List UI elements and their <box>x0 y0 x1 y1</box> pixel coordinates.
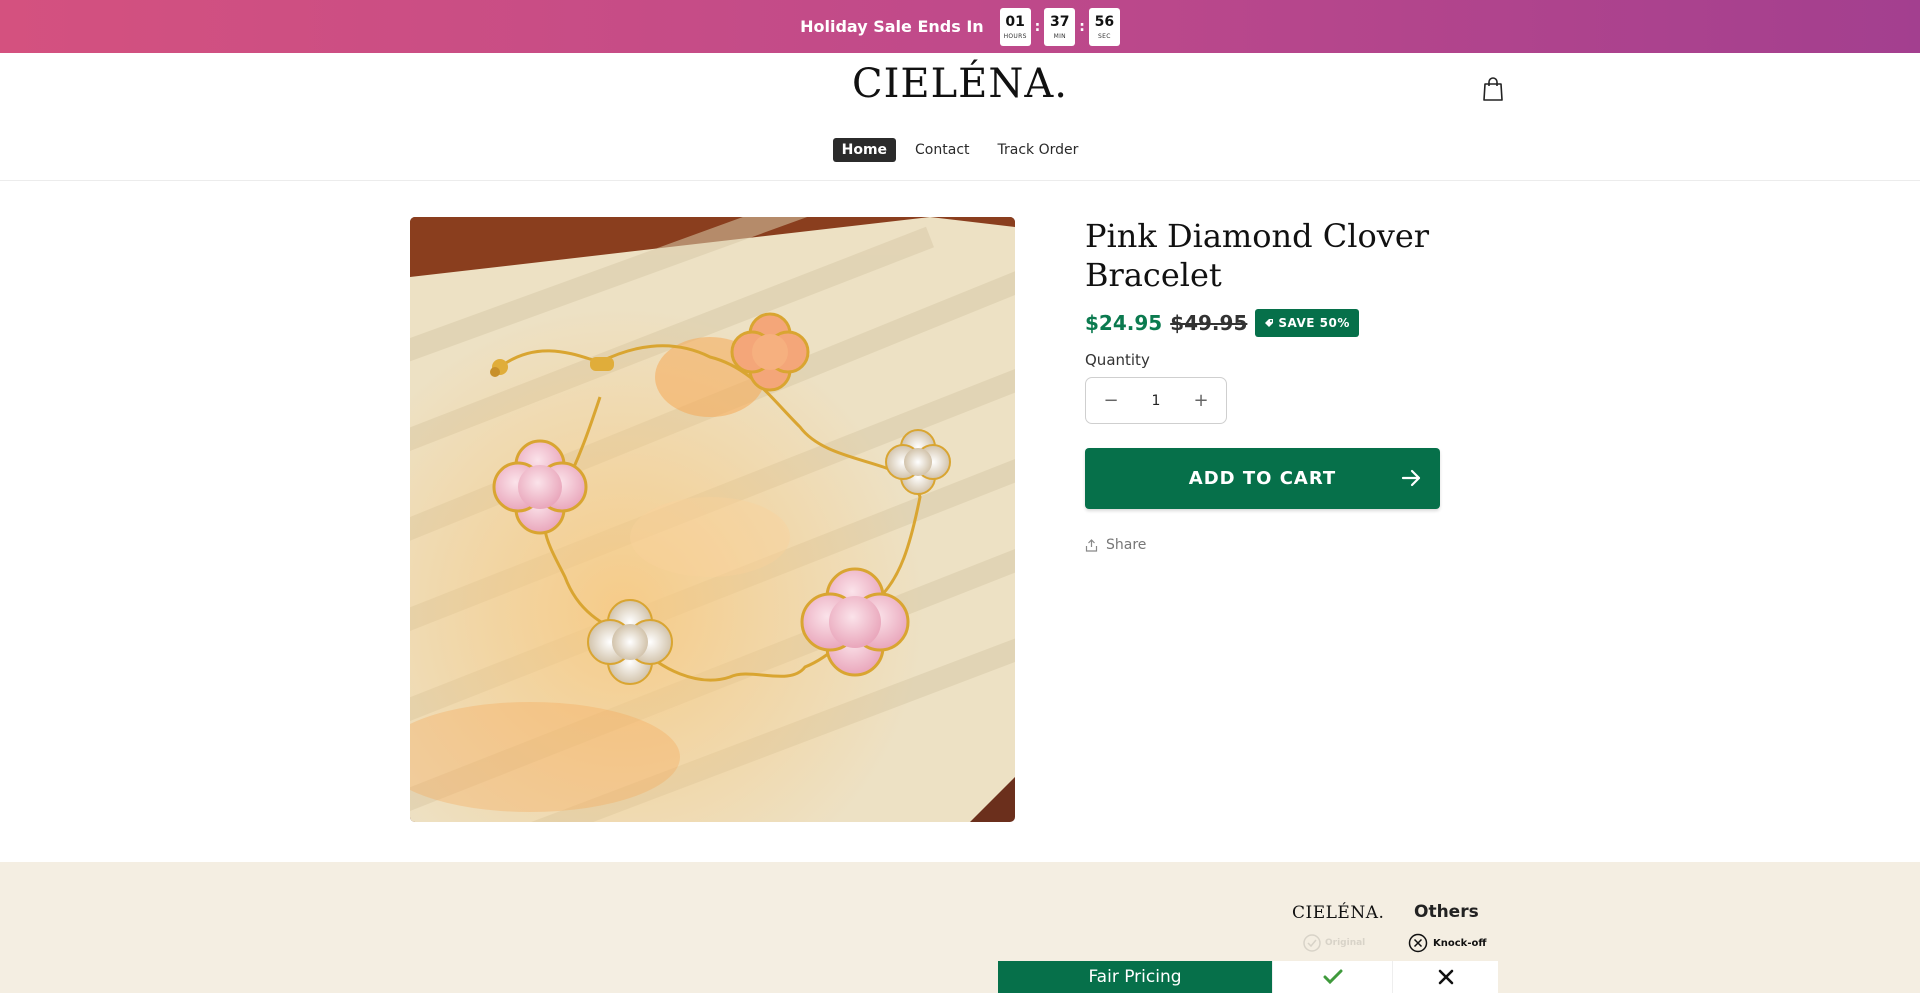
compare-price: $49.95 <box>1170 311 1248 335</box>
product-title: Pink Diamond Clover Bracelet <box>1085 217 1430 294</box>
add-to-cart-label: ADD TO CART <box>1188 468 1337 489</box>
knockoff-tag-label: Knock-off <box>1433 937 1487 949</box>
main-nav: Home Contact Track Order <box>0 138 1920 162</box>
original-tag-label: Original <box>1325 938 1366 948</box>
original-tag: Original <box>1303 934 1365 952</box>
sale-countdown-text: Holiday Sale Ends In <box>800 17 984 36</box>
timer-seconds-value: 56 <box>1094 13 1115 30</box>
cross-icon <box>1438 969 1453 985</box>
comparison-brand-logo: CIELÉNA. <box>1292 903 1385 923</box>
product-image[interactable] <box>410 217 1015 822</box>
save-badge-label: SAVE 50% <box>1278 316 1350 330</box>
quantity-decrease-button[interactable]: − <box>1102 390 1120 411</box>
knockoff-tag: Knock-off <box>1408 933 1486 953</box>
timer-separator: : <box>1034 18 1041 35</box>
timer-hours-value: 01 <box>1005 13 1025 30</box>
site-logo[interactable]: CIELÉNA. <box>0 61 1920 107</box>
nav-item-contact[interactable]: Contact <box>906 138 978 162</box>
checkmark-icon <box>1323 969 1342 985</box>
timer-separator: : <box>1079 18 1085 35</box>
announcement-bar: Holiday Sale Ends In 01 HOURS : 37 MIN :… <box>0 0 1920 53</box>
comparison-others-heading: Others <box>1414 902 1479 922</box>
save-badge: SAVE 50% <box>1255 309 1359 337</box>
add-to-cart-button[interactable]: ADD TO CART <box>1085 448 1440 509</box>
shopping-bag-icon[interactable] <box>1481 76 1505 102</box>
countdown-timer: 01 HOURS : 37 MIN : 56 SEC <box>999 7 1120 46</box>
timer-seconds-label: SEC <box>1098 32 1111 40</box>
comparison-row: Fair Pricing <box>998 961 1498 993</box>
timer-minutes-value: 37 <box>1050 13 1070 30</box>
sale-price: $24.95 <box>1085 311 1163 335</box>
comparison-others-cell <box>1392 961 1498 993</box>
timer-hours: 01 HOURS <box>999 7 1031 46</box>
nav-item-home[interactable]: Home <box>832 138 897 162</box>
share-button[interactable]: Share <box>1085 537 1485 553</box>
nav-item-track-order[interactable]: Track Order <box>989 138 1088 162</box>
quantity-increase-button[interactable]: + <box>1192 390 1210 411</box>
comparison-section: CIELÉNA. Others Original Knock-off Fair … <box>0 862 1920 993</box>
arrow-right-icon <box>1401 469 1421 487</box>
comparison-feature: Fair Pricing <box>998 961 1272 993</box>
site-header: CIELÉNA. Home Contact Track Order <box>0 53 1920 181</box>
check-circle-icon <box>1303 934 1321 952</box>
quantity-label: Quantity <box>1085 351 1150 369</box>
quantity-input[interactable] <box>1136 392 1176 409</box>
share-icon <box>1085 538 1098 552</box>
tag-icon <box>1265 319 1274 327</box>
timer-minutes-label: MIN <box>1053 32 1066 40</box>
x-circle-icon <box>1408 933 1428 953</box>
timer-seconds: 56 SEC <box>1088 7 1120 46</box>
quantity-stepper: − + <box>1085 377 1227 424</box>
timer-hours-label: HOURS <box>1003 32 1027 40</box>
product-info: Pink Diamond Clover Bracelet $24.95 $49.… <box>1085 217 1485 553</box>
comparison-brand-cell <box>1272 961 1392 993</box>
price-row: $24.95 $49.95 SAVE 50% <box>1085 309 1485 337</box>
share-label: Share <box>1106 537 1147 553</box>
timer-minutes: 37 MIN <box>1044 7 1076 46</box>
